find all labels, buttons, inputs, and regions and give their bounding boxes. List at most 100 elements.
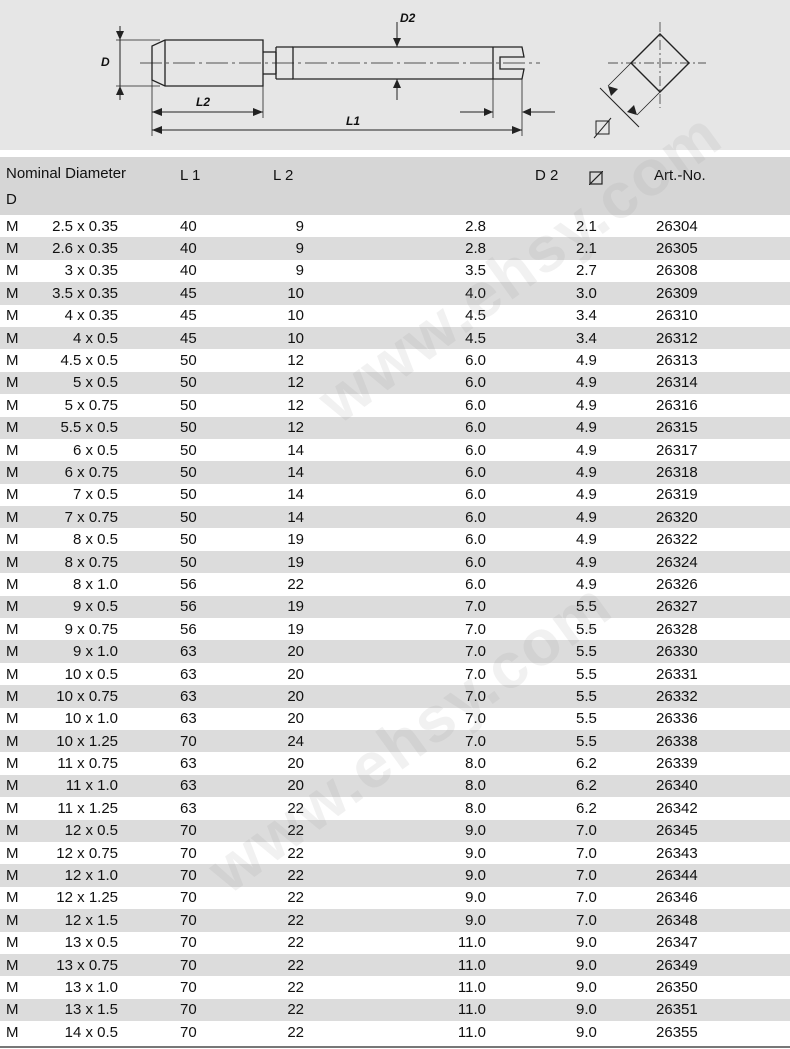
row-art-no: 26332	[656, 687, 698, 705]
square-symbol-icon	[588, 170, 604, 186]
row-size: 14 x 0.5	[64, 1023, 119, 1041]
table-header-row: Nominal Diameter D L 1 L 2 D 2 Art.-No.	[0, 157, 790, 215]
row-d2: 7.0	[465, 665, 487, 683]
row-l2: 20	[287, 687, 305, 705]
row-d2: 6.0	[465, 463, 487, 481]
row-art-no: 26328	[656, 620, 698, 638]
row-square: 7.0	[576, 867, 597, 885]
row-art-no: 26315	[656, 419, 698, 437]
row-l2: 22	[287, 911, 305, 929]
row-prefix: M	[6, 867, 19, 885]
row-square: 9.0	[576, 1023, 597, 1041]
row-size: 6 x 0.75	[64, 463, 119, 481]
row-prefix: M	[6, 1001, 19, 1019]
row-prefix: M	[6, 978, 19, 996]
row-square: 5.5	[576, 643, 597, 661]
row-d2: 11.0	[457, 978, 487, 996]
row-l2: 10	[287, 329, 305, 347]
row-d2: 7.0	[465, 620, 487, 638]
row-l2: 22	[287, 575, 305, 593]
table-row: M 13 x 1.0 70 22 11.0 9.0 26350	[0, 976, 790, 999]
row-square: 4.9	[576, 553, 597, 571]
row-l2: 14	[287, 486, 305, 504]
row-square: 7.0	[576, 844, 597, 862]
row-l2: 9	[295, 217, 305, 235]
row-l2: 14	[287, 441, 305, 459]
row-l1: 50	[180, 531, 197, 549]
row-art-no: 26309	[656, 284, 698, 302]
square-end-view	[593, 22, 706, 139]
header-art-no: Art.-No.	[654, 167, 706, 184]
row-size: 2.5 x 0.35	[52, 217, 119, 235]
row-prefix: M	[6, 777, 19, 795]
row-l1: 70	[180, 911, 197, 929]
row-square: 4.9	[576, 486, 597, 504]
row-square: 7.0	[576, 911, 597, 929]
table-row: M 4 x 0.5 45 10 4.5 3.4 26312	[0, 326, 790, 350]
row-size: 13 x 0.5	[64, 934, 119, 952]
row-art-no: 26324	[656, 553, 698, 571]
row-square: 2.1	[576, 240, 597, 258]
row-prefix: M	[6, 217, 19, 235]
row-size: 13 x 1.0	[64, 978, 119, 996]
row-art-no: 26313	[656, 352, 698, 370]
row-prefix: M	[6, 262, 19, 280]
row-size: 11 x 1.0	[65, 777, 119, 795]
row-l1: 70	[180, 844, 197, 862]
row-prefix: M	[6, 822, 19, 840]
table-row: M 5 x 0.5 50 12 6.0 4.9 26314	[0, 371, 790, 395]
row-square: 5.5	[576, 732, 597, 750]
row-art-no: 26327	[656, 598, 698, 616]
row-art-no: 26347	[656, 934, 698, 952]
row-square: 7.0	[576, 889, 597, 907]
row-d2: 9.0	[465, 844, 487, 862]
row-art-no: 26331	[656, 665, 698, 683]
row-art-no: 26349	[656, 956, 698, 974]
table-row: M 5 x 0.75 50 12 6.0 4.9 26316	[0, 394, 790, 417]
row-d2: 2.8	[465, 240, 487, 258]
row-square: 5.5	[576, 687, 597, 705]
row-art-no: 26316	[656, 396, 698, 414]
row-l1: 63	[180, 710, 197, 728]
row-d2: 9.0	[465, 822, 487, 840]
row-size: 9 x 0.75	[64, 620, 119, 638]
row-square: 9.0	[576, 978, 597, 996]
row-d2: 7.0	[465, 643, 487, 661]
table-row: M 13 x 0.75 70 22 11.0 9.0 26349	[0, 953, 790, 977]
row-l1: 63	[180, 755, 197, 773]
row-l1: 70	[180, 822, 197, 840]
row-size: 12 x 0.75	[56, 844, 119, 862]
row-l2: 22	[287, 956, 305, 974]
row-d2: 4.5	[465, 307, 487, 325]
row-size: 4 x 0.35	[64, 307, 119, 325]
row-l2: 20	[287, 777, 305, 795]
row-size: 5.5 x 0.5	[60, 419, 119, 437]
row-size: 10 x 1.0	[64, 710, 119, 728]
row-square: 6.2	[576, 799, 597, 817]
row-prefix: M	[6, 665, 19, 683]
table-row: M 11 x 1.0 63 20 8.0 6.2 26340	[0, 774, 790, 798]
row-l1: 40	[180, 262, 197, 280]
row-size: 8 x 0.75	[64, 553, 119, 571]
row-l1: 40	[180, 240, 197, 258]
table-row: M 12 x 1.5 70 22 9.0 7.0 26348	[0, 909, 790, 932]
row-size: 4 x 0.5	[72, 329, 119, 347]
row-l1: 63	[180, 777, 197, 795]
row-square: 4.9	[576, 463, 597, 481]
row-l1: 50	[180, 441, 197, 459]
row-square: 2.7	[576, 262, 597, 280]
row-l1: 50	[180, 508, 197, 526]
table-row: M 11 x 0.75 63 20 8.0 6.2 26339	[0, 752, 790, 775]
row-size: 6 x 0.5	[72, 441, 119, 459]
row-size: 5 x 0.5	[72, 374, 119, 392]
row-square: 4.9	[576, 419, 597, 437]
row-art-no: 26350	[656, 978, 698, 996]
table-row: M 12 x 0.5 70 22 9.0 7.0 26345	[0, 819, 790, 842]
table-row: M 11 x 1.25 63 22 8.0 6.2 26342	[0, 797, 790, 820]
row-prefix: M	[6, 508, 19, 526]
row-prefix: M	[6, 284, 19, 302]
table-row: M 3 x 0.35 40 9 3.5 2.7 26308	[0, 259, 790, 283]
row-d2: 7.0	[465, 598, 487, 616]
row-art-no: 26348	[656, 911, 698, 929]
row-prefix: M	[6, 240, 19, 258]
